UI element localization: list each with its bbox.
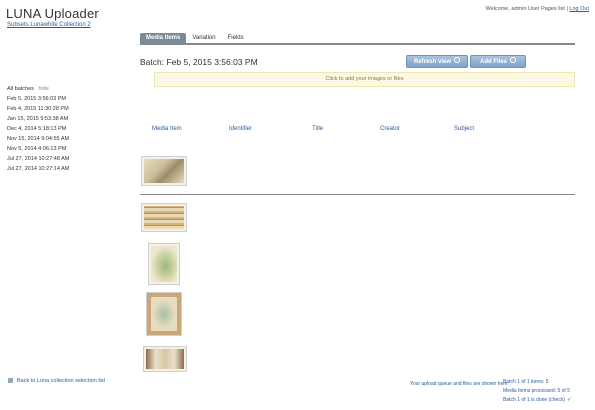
add-files-button-label: Add Files	[479, 59, 507, 65]
thumbnail-4[interactable]	[146, 292, 182, 336]
map-image	[151, 246, 177, 282]
tab-bar: Media Items Variation Fields	[140, 33, 575, 45]
batches-toggle[interactable]: hide	[38, 86, 48, 92]
column-header-media-item[interactable]: Media Item	[152, 126, 182, 132]
refresh-icon	[454, 57, 461, 64]
column-header-subject[interactable]: Subject	[454, 126, 474, 132]
welcome-text: Welcome, admin User Pages list	[485, 6, 565, 12]
footer-queue-link[interactable]: Your upload queue and files are shown he…	[410, 381, 508, 387]
check-icon: ✓	[566, 397, 572, 403]
batch-item[interactable]: Jul 27, 2014 10:27:14 AM	[7, 164, 135, 174]
map-image	[151, 297, 177, 331]
map-image	[144, 159, 184, 183]
app-title: LUNA Uploader	[6, 6, 99, 21]
refresh-button[interactable]: Refresh view	[406, 55, 468, 68]
add-icon	[510, 57, 516, 64]
batch-item[interactable]: Feb 5, 2015 3:56:03 PM	[7, 94, 135, 104]
batch-item[interactable]: Dec 4, 2014 5:18:13 PM	[7, 124, 135, 134]
batch-item[interactable]: Nov 15, 2014 9:04:55 AM	[7, 134, 135, 144]
batch-item[interactable]: Feb 4, 2015 11:30:28 PM	[7, 104, 135, 114]
footer-back-link[interactable]: Back to Luna collection selection list	[8, 378, 105, 384]
batches-header: All batches hide	[7, 86, 135, 92]
thumbnail-3[interactable]	[148, 243, 180, 285]
batches-header-label: All batches	[7, 86, 34, 92]
user-header: Welcome, admin User Pages list | Log Out	[485, 6, 589, 12]
batch-item[interactable]: Jan 15, 2015 9:53:38 AM	[7, 114, 135, 124]
map-image	[146, 349, 184, 369]
separator	[140, 194, 575, 195]
refresh-button-label: Refresh view	[413, 59, 452, 65]
back-icon	[8, 378, 13, 384]
notice-banner: Click to add your images or files	[154, 72, 575, 87]
logout-link[interactable]: Log Out	[569, 6, 589, 12]
status-line: Batch 1 of 1 items: 5	[503, 379, 549, 385]
column-headers: Media Item Identifier Title Creator Subj…	[152, 126, 572, 136]
column-header-identifier[interactable]: Identifier	[229, 126, 252, 132]
batch-item[interactable]: Nov 5, 2014 4:06:13 PM	[7, 144, 135, 154]
batch-title: Batch: Feb 5, 2015 3:56:03 PM	[140, 57, 258, 67]
column-header-creator[interactable]: Creator	[380, 126, 400, 132]
status-line: Batch 1 of 1 is done (check) ✓	[503, 396, 571, 405]
add-files-button[interactable]: Add Files	[470, 55, 526, 68]
tab-variation[interactable]: Variation	[186, 33, 221, 43]
batches-panel: All batches hide Feb 5, 2015 3:56:03 PM …	[7, 86, 135, 174]
status-line-text: Batch 1 of 1 is done (check)	[503, 397, 565, 403]
batch-item[interactable]: Jul 27, 2014 10:27:48 AM	[7, 154, 135, 164]
collection-link[interactable]: Subsets Lunawhite Collection 2	[7, 22, 91, 28]
upload-status: Batch 1 of 1 items: 5 Media Items proces…	[503, 378, 571, 405]
tab-fields[interactable]: Fields	[222, 33, 250, 43]
tab-media-items[interactable]: Media Items	[140, 33, 187, 43]
column-header-title[interactable]: Title	[312, 126, 323, 132]
thumbnail-2[interactable]	[141, 203, 187, 232]
thumbnail-5[interactable]	[143, 346, 187, 372]
map-image	[144, 206, 184, 229]
thumbnail-1[interactable]	[141, 156, 187, 186]
footer-back-link-label: Back to Luna collection selection list	[17, 378, 106, 384]
status-line: Media Items processed: 5 of 5	[503, 388, 570, 394]
